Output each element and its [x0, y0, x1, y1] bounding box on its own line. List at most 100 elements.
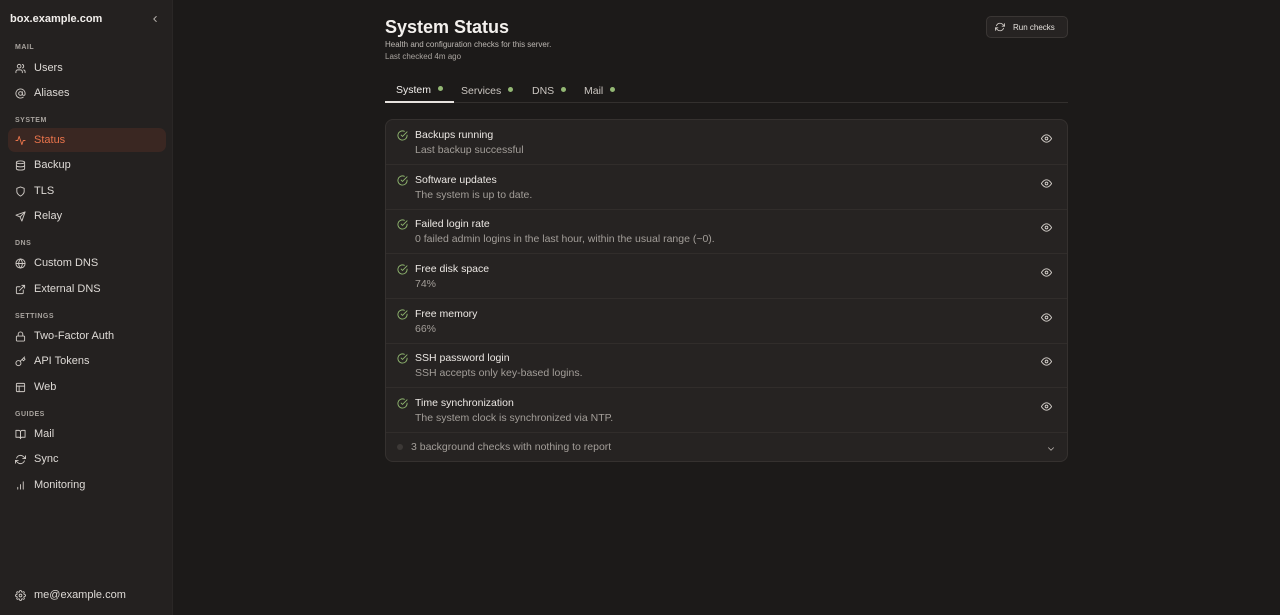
check-title: Free disk space	[415, 263, 490, 275]
user-email: me@example.com	[34, 589, 126, 601]
check-row: Free disk space 74%	[386, 254, 1067, 299]
database-icon	[15, 159, 26, 171]
last-checked: Last checked 4m ago	[385, 52, 462, 61]
eye-icon[interactable]	[1035, 308, 1057, 326]
check-detail: 66%	[415, 323, 437, 335]
eye-icon[interactable]	[1035, 218, 1057, 236]
check-circle-icon	[397, 352, 408, 364]
sidebar-item-label: Web	[34, 381, 57, 393]
at-sign-icon	[15, 87, 26, 99]
section-label-settings: SETTINGS	[15, 313, 55, 320]
sidebar: box.example.com MAIL Users Aliases SYSTE…	[0, 0, 173, 615]
sidebar-item-guide-mail[interactable]: Mail	[8, 422, 166, 446]
eye-icon[interactable]	[1035, 129, 1057, 147]
chevron-down-icon	[1046, 442, 1056, 452]
check-circle-icon	[397, 263, 408, 275]
eye-icon[interactable]	[1035, 263, 1057, 281]
check-detail: 74%	[415, 278, 437, 290]
section-label-dns: DNS	[15, 240, 32, 247]
lock-icon	[15, 330, 26, 342]
tab-label: Services	[461, 84, 502, 97]
user-menu[interactable]: me@example.com	[8, 584, 166, 606]
sidebar-item-label: Two-Factor Auth	[34, 330, 115, 342]
gear-icon	[15, 589, 26, 601]
globe-icon	[15, 257, 26, 269]
check-row: Time synchronization The system clock is…	[386, 388, 1067, 433]
check-row: Software updates The system is up to dat…	[386, 165, 1067, 210]
sidebar-item-status[interactable]: Status	[8, 128, 166, 152]
sidebar-item-label: Relay	[34, 210, 63, 222]
page-title: System Status	[385, 17, 510, 37]
external-link-icon	[15, 284, 26, 295]
check-detail: SSH accepts only key-based logins.	[415, 367, 583, 379]
run-checks-button[interactable]: Run checks	[986, 16, 1068, 38]
check-title: Free memory	[415, 308, 478, 320]
sidebar-item-external-dns[interactable]: External DNS	[8, 277, 166, 301]
tab-system[interactable]: System	[385, 78, 455, 103]
status-dot	[561, 86, 567, 92]
sidebar-item-label: Aliases	[34, 87, 70, 99]
chevron-left-icon[interactable]	[148, 12, 162, 26]
tab-services[interactable]: Services	[450, 78, 524, 103]
tab-label: DNS	[532, 84, 555, 97]
check-title: Software updates	[415, 174, 497, 186]
check-circle-icon	[397, 129, 408, 141]
sidebar-item-label: TLS	[34, 185, 55, 197]
check-circle-icon	[397, 218, 408, 230]
check-detail: 0 failed admin logins in the last hour, …	[415, 233, 715, 245]
tab-dns[interactable]: DNS	[521, 78, 577, 103]
sidebar-item-custom-dns[interactable]: Custom DNS	[8, 251, 166, 275]
sidebar-item-label: Users	[34, 62, 63, 74]
check-title: Backups running	[415, 129, 494, 141]
check-detail: The system clock is synchronized via NTP…	[415, 412, 614, 424]
sidebar-item-users[interactable]: Users	[8, 56, 166, 80]
sidebar-item-relay[interactable]: Relay	[8, 204, 166, 228]
sidebar-item-aliases[interactable]: Aliases	[8, 81, 166, 105]
check-title: Failed login rate	[415, 218, 490, 230]
browser-window-icon	[15, 382, 26, 393]
activity-icon	[15, 135, 26, 146]
status-dot	[397, 444, 403, 450]
check-title: Time synchronization	[415, 397, 514, 409]
tab-label: System	[396, 83, 432, 96]
section-label-system: SYSTEM	[15, 117, 47, 124]
sidebar-item-label: External DNS	[34, 283, 101, 295]
background-checks-toggle[interactable]: 3 background checks with nothing to repo…	[386, 433, 1067, 461]
tab-bar: System Services DNS Mail	[385, 78, 1068, 103]
sidebar-item-label: API Tokens	[34, 355, 90, 367]
check-circle-icon	[397, 308, 408, 320]
brand: box.example.com	[10, 12, 162, 26]
bar-chart-icon	[15, 480, 26, 491]
eye-icon[interactable]	[1035, 352, 1057, 370]
sidebar-item-api-tokens[interactable]: API Tokens	[8, 349, 166, 373]
sidebar-item-sync[interactable]: Sync	[8, 447, 166, 471]
check-title: SSH password login	[415, 352, 510, 364]
status-dot	[508, 86, 514, 92]
check-circle-icon	[397, 397, 408, 409]
check-row: Failed login rate 0 failed admin logins …	[386, 209, 1067, 254]
check-circle-icon	[397, 174, 408, 186]
status-dot	[610, 86, 616, 92]
eye-icon[interactable]	[1035, 174, 1057, 192]
sidebar-item-monitoring[interactable]: Monitoring	[8, 473, 166, 497]
refresh-icon	[15, 454, 26, 465]
sidebar-item-two-factor[interactable]: Two-Factor Auth	[8, 324, 166, 348]
sidebar-item-web[interactable]: Web	[8, 375, 166, 399]
check-detail: Last backup successful	[415, 144, 524, 156]
check-detail: The system is up to date.	[415, 189, 533, 201]
shield-icon	[15, 185, 26, 197]
sidebar-item-label: Custom DNS	[34, 257, 99, 269]
status-dot	[438, 85, 444, 91]
key-icon	[15, 355, 26, 367]
book-open-icon	[15, 429, 26, 440]
sidebar-item-label: Monitoring	[34, 479, 86, 491]
sidebar-item-backup[interactable]: Backup	[8, 153, 166, 177]
page-subtitle: Health and configuration checks for this…	[385, 40, 552, 49]
sidebar-item-tls[interactable]: TLS	[8, 179, 166, 203]
tab-mail[interactable]: Mail	[573, 78, 626, 103]
tab-label: Mail	[584, 84, 604, 97]
brand-name: box.example.com	[10, 13, 103, 25]
eye-icon[interactable]	[1035, 397, 1057, 415]
run-checks-label: Run checks	[1013, 22, 1055, 32]
background-checks-label: 3 background checks with nothing to repo…	[411, 441, 612, 453]
